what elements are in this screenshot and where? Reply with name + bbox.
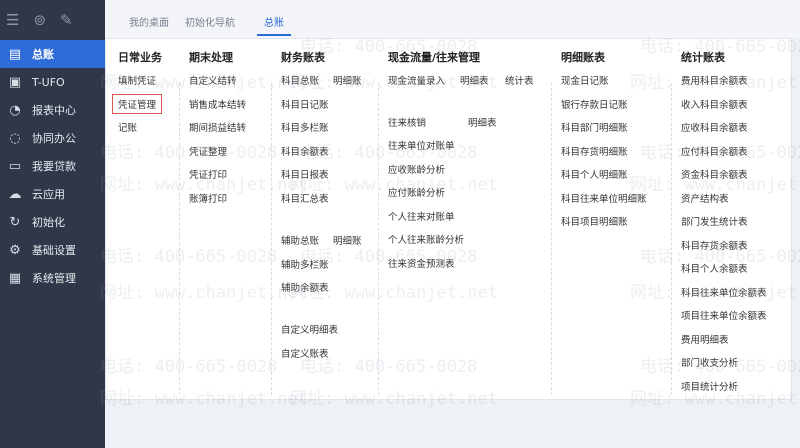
statistics-item-link[interactable]: 科目往来单位余额表: [681, 285, 767, 299]
detail-report-item-link[interactable]: 现金日记账: [561, 73, 609, 87]
menu-icon[interactable]: ☰: [6, 12, 19, 28]
sidebar-item-label: 基础设置: [32, 244, 76, 257]
detail-report-item-link[interactable]: 科目往来单位明细账: [561, 191, 647, 205]
custom-report-item-link[interactable]: 自定义明细表: [281, 322, 338, 336]
detail-report-item-link[interactable]: 科目存货明细账: [561, 144, 628, 158]
cashflow-entry-link[interactable]: 现金流量录入: [388, 73, 445, 87]
statistics-item-link[interactable]: 收入科目余额表: [681, 97, 748, 111]
statistics-item-link[interactable]: 费用明细表: [681, 332, 729, 346]
statistics-item-link[interactable]: 项目统计分析: [681, 379, 738, 393]
statistics-item-link[interactable]: 科目存货余额表: [681, 238, 748, 252]
sidebar-item-label: 云应用: [32, 188, 65, 201]
period-end-item-link[interactable]: 自定义结转: [189, 73, 237, 87]
posting-link[interactable]: 记账: [118, 120, 137, 134]
statistics-item-link[interactable]: 费用科目余额表: [681, 73, 748, 87]
loan-icon: ▭: [8, 158, 22, 174]
statistics-item-link[interactable]: 资金科目余额表: [681, 167, 748, 181]
writeoff-detail-link[interactable]: 明细表: [468, 115, 497, 129]
cashflow-detail-link[interactable]: 明细表: [460, 73, 489, 87]
cashflow-item-link[interactable]: 往来资金预测表: [388, 256, 455, 270]
statistics-title: 统计账表: [681, 51, 725, 64]
sidebar-item-label: T-UFO: [32, 75, 65, 89]
statistics-item-link[interactable]: 项目往来单位余额表: [681, 308, 767, 322]
cashflow-item-link[interactable]: 往来单位对账单: [388, 138, 455, 152]
period-end-item-link[interactable]: 凭证打印: [189, 167, 227, 181]
sidebar-top-icons: ☰ ⊚ ✎: [0, 0, 105, 40]
ufo-icon: ▣: [8, 74, 22, 90]
detail-ledger-link[interactable]: 明细账: [333, 73, 362, 87]
writeoff-link[interactable]: 往来核销: [388, 115, 426, 129]
detail-report-item-link[interactable]: 银行存款日记账: [561, 97, 628, 111]
custom-report-item-link[interactable]: 自定义账表: [281, 346, 329, 360]
statistics-item-link[interactable]: 部门收支分析: [681, 355, 738, 369]
period-end-item-link[interactable]: 期间损益结转: [189, 120, 246, 134]
period-end-item-link[interactable]: 账簿打印: [189, 191, 227, 205]
edit-icon[interactable]: ✎: [60, 12, 73, 28]
cloud-icon: ☁: [8, 186, 22, 202]
sidebar-item-label: 报表中心: [32, 104, 76, 117]
sidebar-item-label: 系统管理: [32, 272, 76, 285]
sidebar-item-4[interactable]: ▭ 我要贷款: [0, 152, 105, 180]
financial-report-item-link[interactable]: 科目汇总表: [281, 191, 329, 205]
tab-bar: 我的桌面 初始化导航 总账: [105, 0, 800, 38]
cashflow-item-link[interactable]: 应付账龄分析: [388, 185, 445, 199]
collaboration-icon: ◌: [9, 130, 21, 146]
cashflow-item-link[interactable]: 个人往来账龄分析: [388, 232, 464, 246]
detail-report-item-link[interactable]: 科目部门明细账: [561, 120, 628, 134]
cashflow-stats-link[interactable]: 统计表: [505, 73, 534, 87]
detail-report-item-link[interactable]: 科目个人明细账: [561, 167, 628, 181]
tab-init-guide[interactable]: 初始化导航: [185, 14, 235, 29]
period-end-item-link[interactable]: 销售成本结转: [189, 97, 246, 111]
aux-report-item-link[interactable]: 辅助多栏账: [281, 257, 329, 271]
settings-icon: ⚙: [9, 242, 21, 258]
menu-panel: 日常业务 填制凭证 凭证管理 记账 期末处理 自定义结转销售成本结转 期间损益结转…: [105, 38, 792, 400]
voucher-management-link[interactable]: 凭证管理: [112, 94, 163, 114]
period-end-item-link[interactable]: 凭证整理: [189, 144, 227, 158]
daily-business-title: 日常业务: [118, 51, 162, 64]
aux-detail-ledger-link[interactable]: 明细账: [333, 233, 362, 247]
report-icon: ◔: [9, 102, 21, 118]
sidebar-item-7[interactable]: ⚙ 基础设置: [0, 236, 105, 264]
cashflow-item-link[interactable]: 个人往来对账单: [388, 209, 455, 223]
sidebar-item-label: 我要贷款: [32, 160, 76, 173]
statistics-item-link[interactable]: 科目个人余额表: [681, 261, 748, 275]
financial-report-item-link[interactable]: 科目日记账: [281, 97, 329, 111]
sidebar-item-1[interactable]: ▣ T-UFO: [0, 68, 105, 96]
sidebar-item-0[interactable]: ▤ 总账: [0, 40, 105, 68]
financial-report-item-link[interactable]: 科目多栏账: [281, 120, 329, 134]
fill-voucher-link[interactable]: 填制凭证: [118, 73, 156, 87]
statistics-item-link[interactable]: 部门发生统计表: [681, 214, 748, 228]
ledger-icon: ▤: [8, 46, 22, 62]
aux-report-item-link[interactable]: 辅助余额表: [281, 280, 329, 294]
init-icon: ↻: [9, 214, 21, 230]
statistics-item-link[interactable]: 应付科目余额表: [681, 144, 748, 158]
home-icon[interactable]: ⊚: [33, 12, 46, 28]
tab-my-desktop[interactable]: 我的桌面: [129, 14, 169, 29]
financial-reports-title: 财务账表: [281, 51, 325, 64]
detail-report-item-link[interactable]: 科目项目明细账: [561, 214, 628, 228]
financial-report-item-link[interactable]: 科目日报表: [281, 167, 329, 181]
sidebar-item-label: 协同办公: [32, 132, 76, 145]
sidebar-item-8[interactable]: ▦ 系统管理: [0, 264, 105, 292]
financial-report-item-link[interactable]: 科目余额表: [281, 144, 329, 158]
statistics-item-link[interactable]: 资产结构表: [681, 191, 729, 205]
sidebar-item-2[interactable]: ◔ 报表中心: [0, 96, 105, 124]
aux-report-item-link[interactable]: 辅助总账: [281, 233, 319, 247]
period-end-title: 期末处理: [189, 51, 233, 64]
system-icon: ▦: [8, 270, 22, 286]
sidebar-item-5[interactable]: ☁ 云应用: [0, 180, 105, 208]
detail-reports-title: 明细账表: [561, 51, 605, 64]
cashflow-item-link[interactable]: 应收账龄分析: [388, 162, 445, 176]
sidebar-item-6[interactable]: ↻ 初始化: [0, 208, 105, 236]
cashflow-title: 现金流量/往来管理: [388, 51, 481, 64]
financial-report-item-link[interactable]: 科目总账: [281, 73, 319, 87]
sidebar: ☰ ⊚ ✎ ▤ 总账 ▣ T-UFO ◔ 报表中心 ◌ 协同办公 ▭ 我要贷款 ☁ 云应用 ↻ 初始化 ⚙ 基…: [0, 0, 105, 448]
sidebar-item-3[interactable]: ◌ 协同办公: [0, 124, 105, 152]
sidebar-item-label: 总账: [32, 48, 54, 61]
tab-general-ledger[interactable]: 总账: [257, 14, 291, 36]
statistics-item-link[interactable]: 应收科目余额表: [681, 120, 748, 134]
sidebar-item-label: 初始化: [32, 216, 65, 229]
